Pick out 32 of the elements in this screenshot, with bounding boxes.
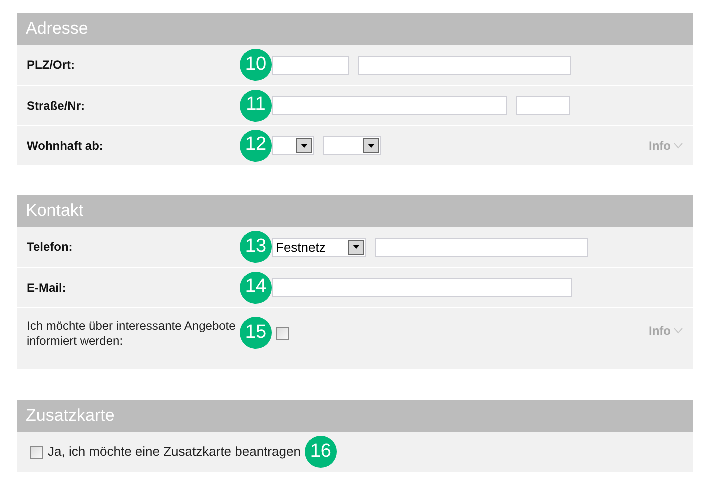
info-link[interactable]: Info: [649, 136, 683, 154]
step-number-badge: 16: [304, 436, 337, 468]
section-title: Adresse: [26, 18, 88, 40]
field-label: E-Mail:: [26, 280, 68, 296]
step-number-badge: 14: [240, 272, 272, 304]
step-number-badge: 10: [240, 49, 272, 81]
step-number-badge: 12: [240, 130, 272, 162]
step-number-badge: 13: [240, 231, 272, 263]
dropdown[interactable]: [323, 136, 381, 155]
input-field[interactable]: [358, 56, 571, 74]
checkbox-label: Ja, ich möchte eine Zusatzkarte beantragen: [48, 443, 301, 462]
input-field[interactable]: [272, 96, 507, 115]
dropdown[interactable]: Festnetz: [272, 238, 366, 256]
chevron-down-icon: [674, 142, 683, 148]
dropdown[interactable]: [272, 136, 314, 155]
chevron-down-icon: [674, 328, 683, 334]
field-label: Straße/Nr:: [26, 98, 86, 114]
field-label: PLZ/Ort:: [26, 57, 76, 74]
field-label: Ich möchte über interessante Angebote informiert werden:: [26, 318, 237, 349]
input-field[interactable]: [516, 96, 570, 115]
checkbox[interactable]: [276, 327, 289, 340]
field-label: Telefon:: [26, 239, 74, 256]
checkbox[interactable]: [30, 446, 43, 458]
info-link[interactable]: Info: [649, 322, 683, 340]
section-title: Zusatzkarte: [26, 405, 115, 428]
step-number-badge: 11: [240, 90, 272, 122]
step-number-badge: 15: [240, 317, 272, 349]
input-field[interactable]: [272, 278, 572, 297]
input-field[interactable]: [375, 238, 588, 256]
input-field[interactable]: [272, 56, 349, 74]
section-title: Kontakt: [26, 200, 84, 222]
field-label: Wohnhaft ab:: [26, 138, 104, 154]
